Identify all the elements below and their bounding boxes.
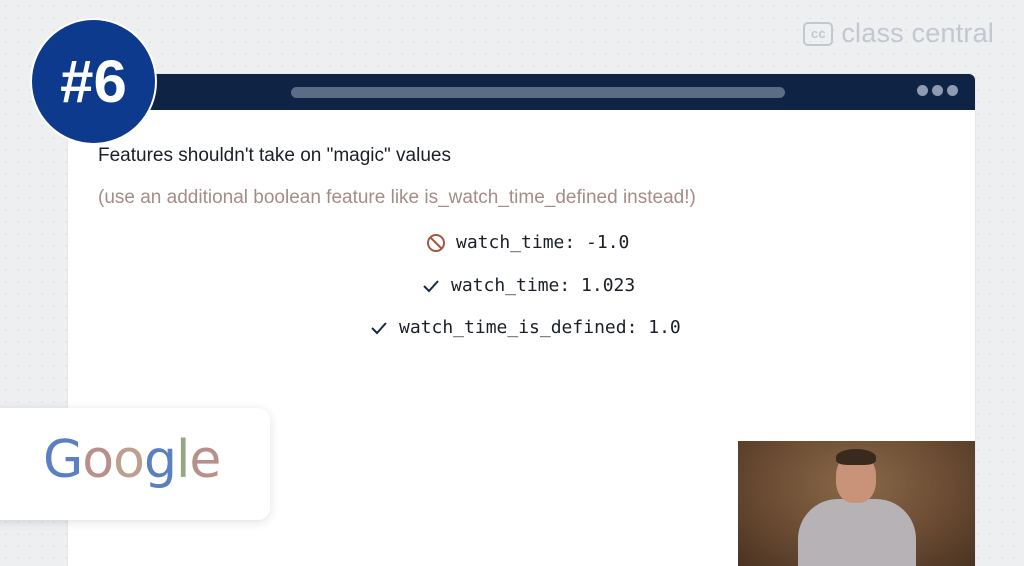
window-controls xyxy=(917,85,958,96)
google-badge: Google xyxy=(0,408,270,520)
example-bad: watch_time: -1.0 xyxy=(426,232,629,253)
window-titlebar xyxy=(68,74,975,110)
google-letter: g xyxy=(143,430,177,490)
google-letter: l xyxy=(175,430,190,490)
brand-name: class central xyxy=(841,18,994,48)
tip-number-badge: #6 xyxy=(30,18,157,145)
brand-mark: cc xyxy=(803,21,834,46)
example-text: watch_time: 1.023 xyxy=(451,275,636,296)
example-good: watch_time: 1.023 xyxy=(421,275,635,296)
google-letter: e xyxy=(189,430,221,490)
google-letter: G xyxy=(43,430,83,490)
check-icon xyxy=(423,279,439,292)
google-letter: o xyxy=(113,430,145,490)
example-text: watch_time: -1.0 xyxy=(456,232,630,253)
presenter-hair xyxy=(836,449,876,465)
slide-heading: Features shouldn't take on "magic" value… xyxy=(98,145,451,166)
address-bar xyxy=(291,87,785,98)
window-dot-icon xyxy=(947,85,958,96)
example-good-defined: watch_time_is_defined: 1.0 xyxy=(369,317,681,338)
slide-subtext: (use an additional boolean feature like … xyxy=(98,187,696,208)
window-dot-icon xyxy=(917,85,928,96)
prohibited-icon xyxy=(427,233,445,252)
class-central-logo: cc class central xyxy=(803,18,994,49)
check-icon xyxy=(371,321,387,334)
example-text: watch_time_is_defined: 1.0 xyxy=(399,317,681,338)
presenter-body xyxy=(798,499,916,566)
google-logo: Google xyxy=(43,430,221,490)
window-dot-icon xyxy=(932,85,943,96)
presenter-video xyxy=(738,441,975,566)
google-letter: o xyxy=(82,430,114,490)
